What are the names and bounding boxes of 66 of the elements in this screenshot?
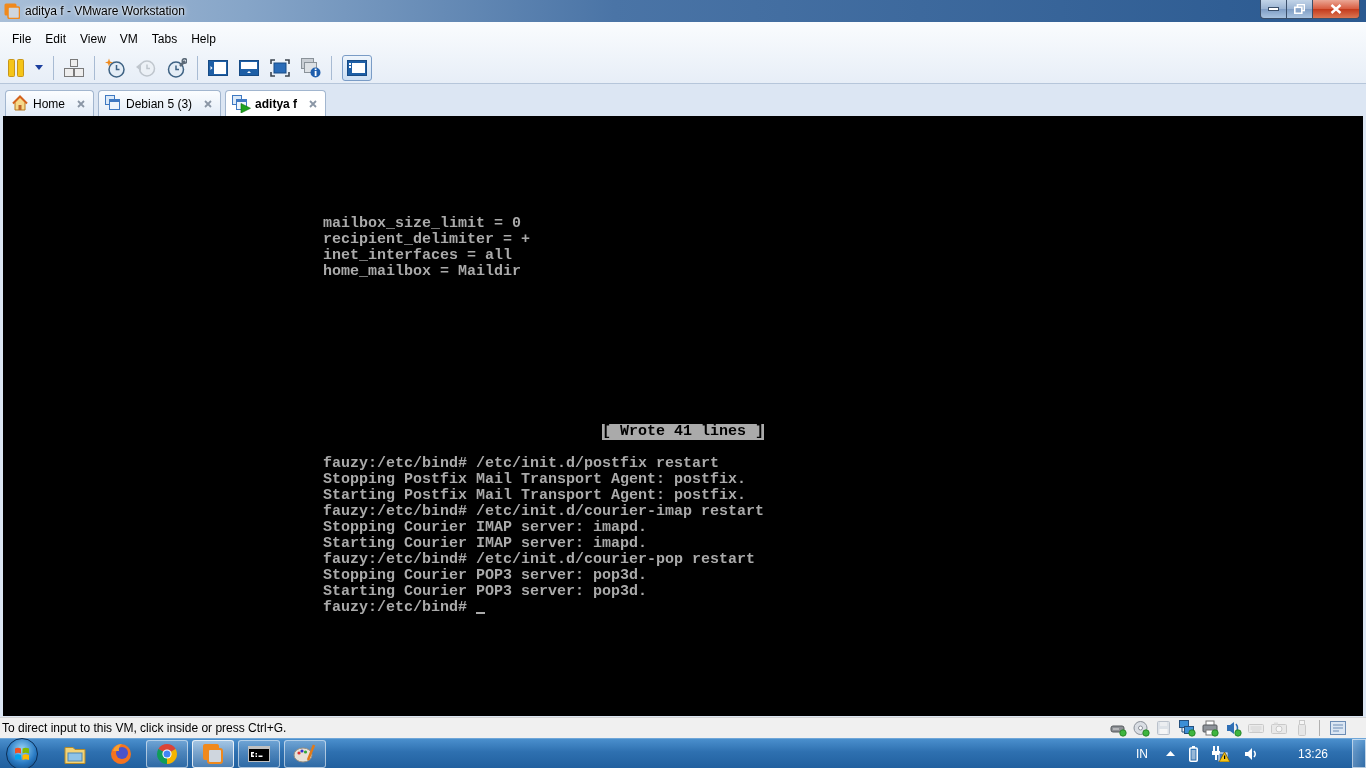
console-line: Stopping Courier POP3 server: pop3d. <box>323 568 648 584</box>
close-icon[interactable] <box>77 99 85 108</box>
app-logo-icon <box>4 3 20 19</box>
network-warning-icon[interactable] <box>1211 745 1230 762</box>
caret-icon[interactable] <box>35 65 43 70</box>
tab[interactable]: aditya f <box>225 90 327 116</box>
console-line: fauzy:/etc/bind# /etc/init.d/courier-pop restart <box>323 552 756 568</box>
tab[interactable]: Home <box>5 90 94 116</box>
windows-info-icon[interactable] <box>301 57 321 78</box>
console-line: Stopping Postfix Mail Transport Agent: postfix. <box>323 472 747 488</box>
clock-sparkle-icon[interactable] <box>105 57 125 78</box>
console-line: inet_interfaces = all <box>323 248 513 264</box>
menu-item[interactable]: View <box>73 30 113 48</box>
speaker-icon[interactable] <box>1243 746 1258 761</box>
status-message: To direct input to this VM, click inside or press Ctrl+G. <box>2 721 287 735</box>
close-icon[interactable] <box>204 99 213 108</box>
close-button[interactable] <box>1313 0 1360 19</box>
close-icon[interactable] <box>309 99 318 108</box>
tab[interactable]: Debian 5 (3) <box>98 90 222 116</box>
menu-item[interactable]: Edit <box>38 30 74 48</box>
menu-item[interactable]: File <box>5 30 39 48</box>
fullscreen-icon[interactable] <box>270 58 290 77</box>
speaker-icon[interactable] <box>1225 719 1242 737</box>
printer-icon[interactable] <box>1202 719 1219 737</box>
show-desktop-button[interactable] <box>1352 739 1366 768</box>
clock[interactable]: 13:26 <box>1297 746 1328 761</box>
cursor-icon <box>476 612 486 614</box>
up-arrow-icon[interactable] <box>1165 751 1175 756</box>
stacked-boxes-icon[interactable] <box>64 58 84 77</box>
console-line: Starting Courier POP3 server: pop3d. <box>323 584 648 600</box>
menu-item[interactable]: Tabs <box>144 30 185 48</box>
language-indicator[interactable]: IN <box>1135 746 1148 761</box>
sidebar-layout-icon[interactable] <box>208 59 228 76</box>
restore-icon <box>1294 4 1305 14</box>
taskbar-button[interactable] <box>238 739 280 768</box>
console-line: Starting Courier IMAP server: imapd. <box>323 536 648 552</box>
panel-layout-icon[interactable] <box>239 59 259 76</box>
console-line: mailbox_size_limit = 0 <box>323 216 522 232</box>
browser-icon[interactable] <box>155 741 179 766</box>
pause-icon[interactable] <box>8 57 24 78</box>
console-line: Stopping Courier IMAP server: imapd. <box>323 520 648 536</box>
close-icon <box>1330 4 1342 14</box>
battery-icon[interactable] <box>1188 745 1198 762</box>
console-line: recipient_delimiter = + <box>323 232 531 248</box>
console-line: home_mailbox = Maildir <box>323 264 522 280</box>
document-icon[interactable] <box>1330 720 1346 736</box>
restore-button[interactable] <box>1287 0 1313 19</box>
browser-icon[interactable] <box>109 741 133 766</box>
start-button[interactable] <box>6 737 38 768</box>
network-icon[interactable] <box>1179 719 1196 737</box>
editor-status-message: [ Wrote 41 lines ] <box>602 424 764 440</box>
console-line: Starting Postfix Mail Transport Agent: postfix. <box>323 488 747 504</box>
minimize-icon <box>1268 7 1279 11</box>
clock-wrench-icon[interactable] <box>167 57 187 78</box>
console-prompt: fauzy:/etc/bind# <box>323 600 468 616</box>
view-toggle-button[interactable] <box>342 54 372 81</box>
menu-item[interactable]: VM <box>112 30 145 48</box>
windows-logo-icon <box>14 745 30 762</box>
minimize-button[interactable] <box>1260 0 1287 19</box>
app-logo-icon[interactable] <box>201 741 225 766</box>
console-line: fauzy:/etc/bind# /etc/init.d/courier-imap restart <box>323 504 765 520</box>
console-line: fauzy:/etc/bind# /etc/init.d/postfix restart <box>323 456 720 472</box>
disc-icon[interactable] <box>1133 719 1150 737</box>
window-icon[interactable] <box>347 59 367 76</box>
window-title: aditya f - VMware Workstation <box>25 4 185 18</box>
menu-item[interactable]: Help <box>184 30 223 48</box>
